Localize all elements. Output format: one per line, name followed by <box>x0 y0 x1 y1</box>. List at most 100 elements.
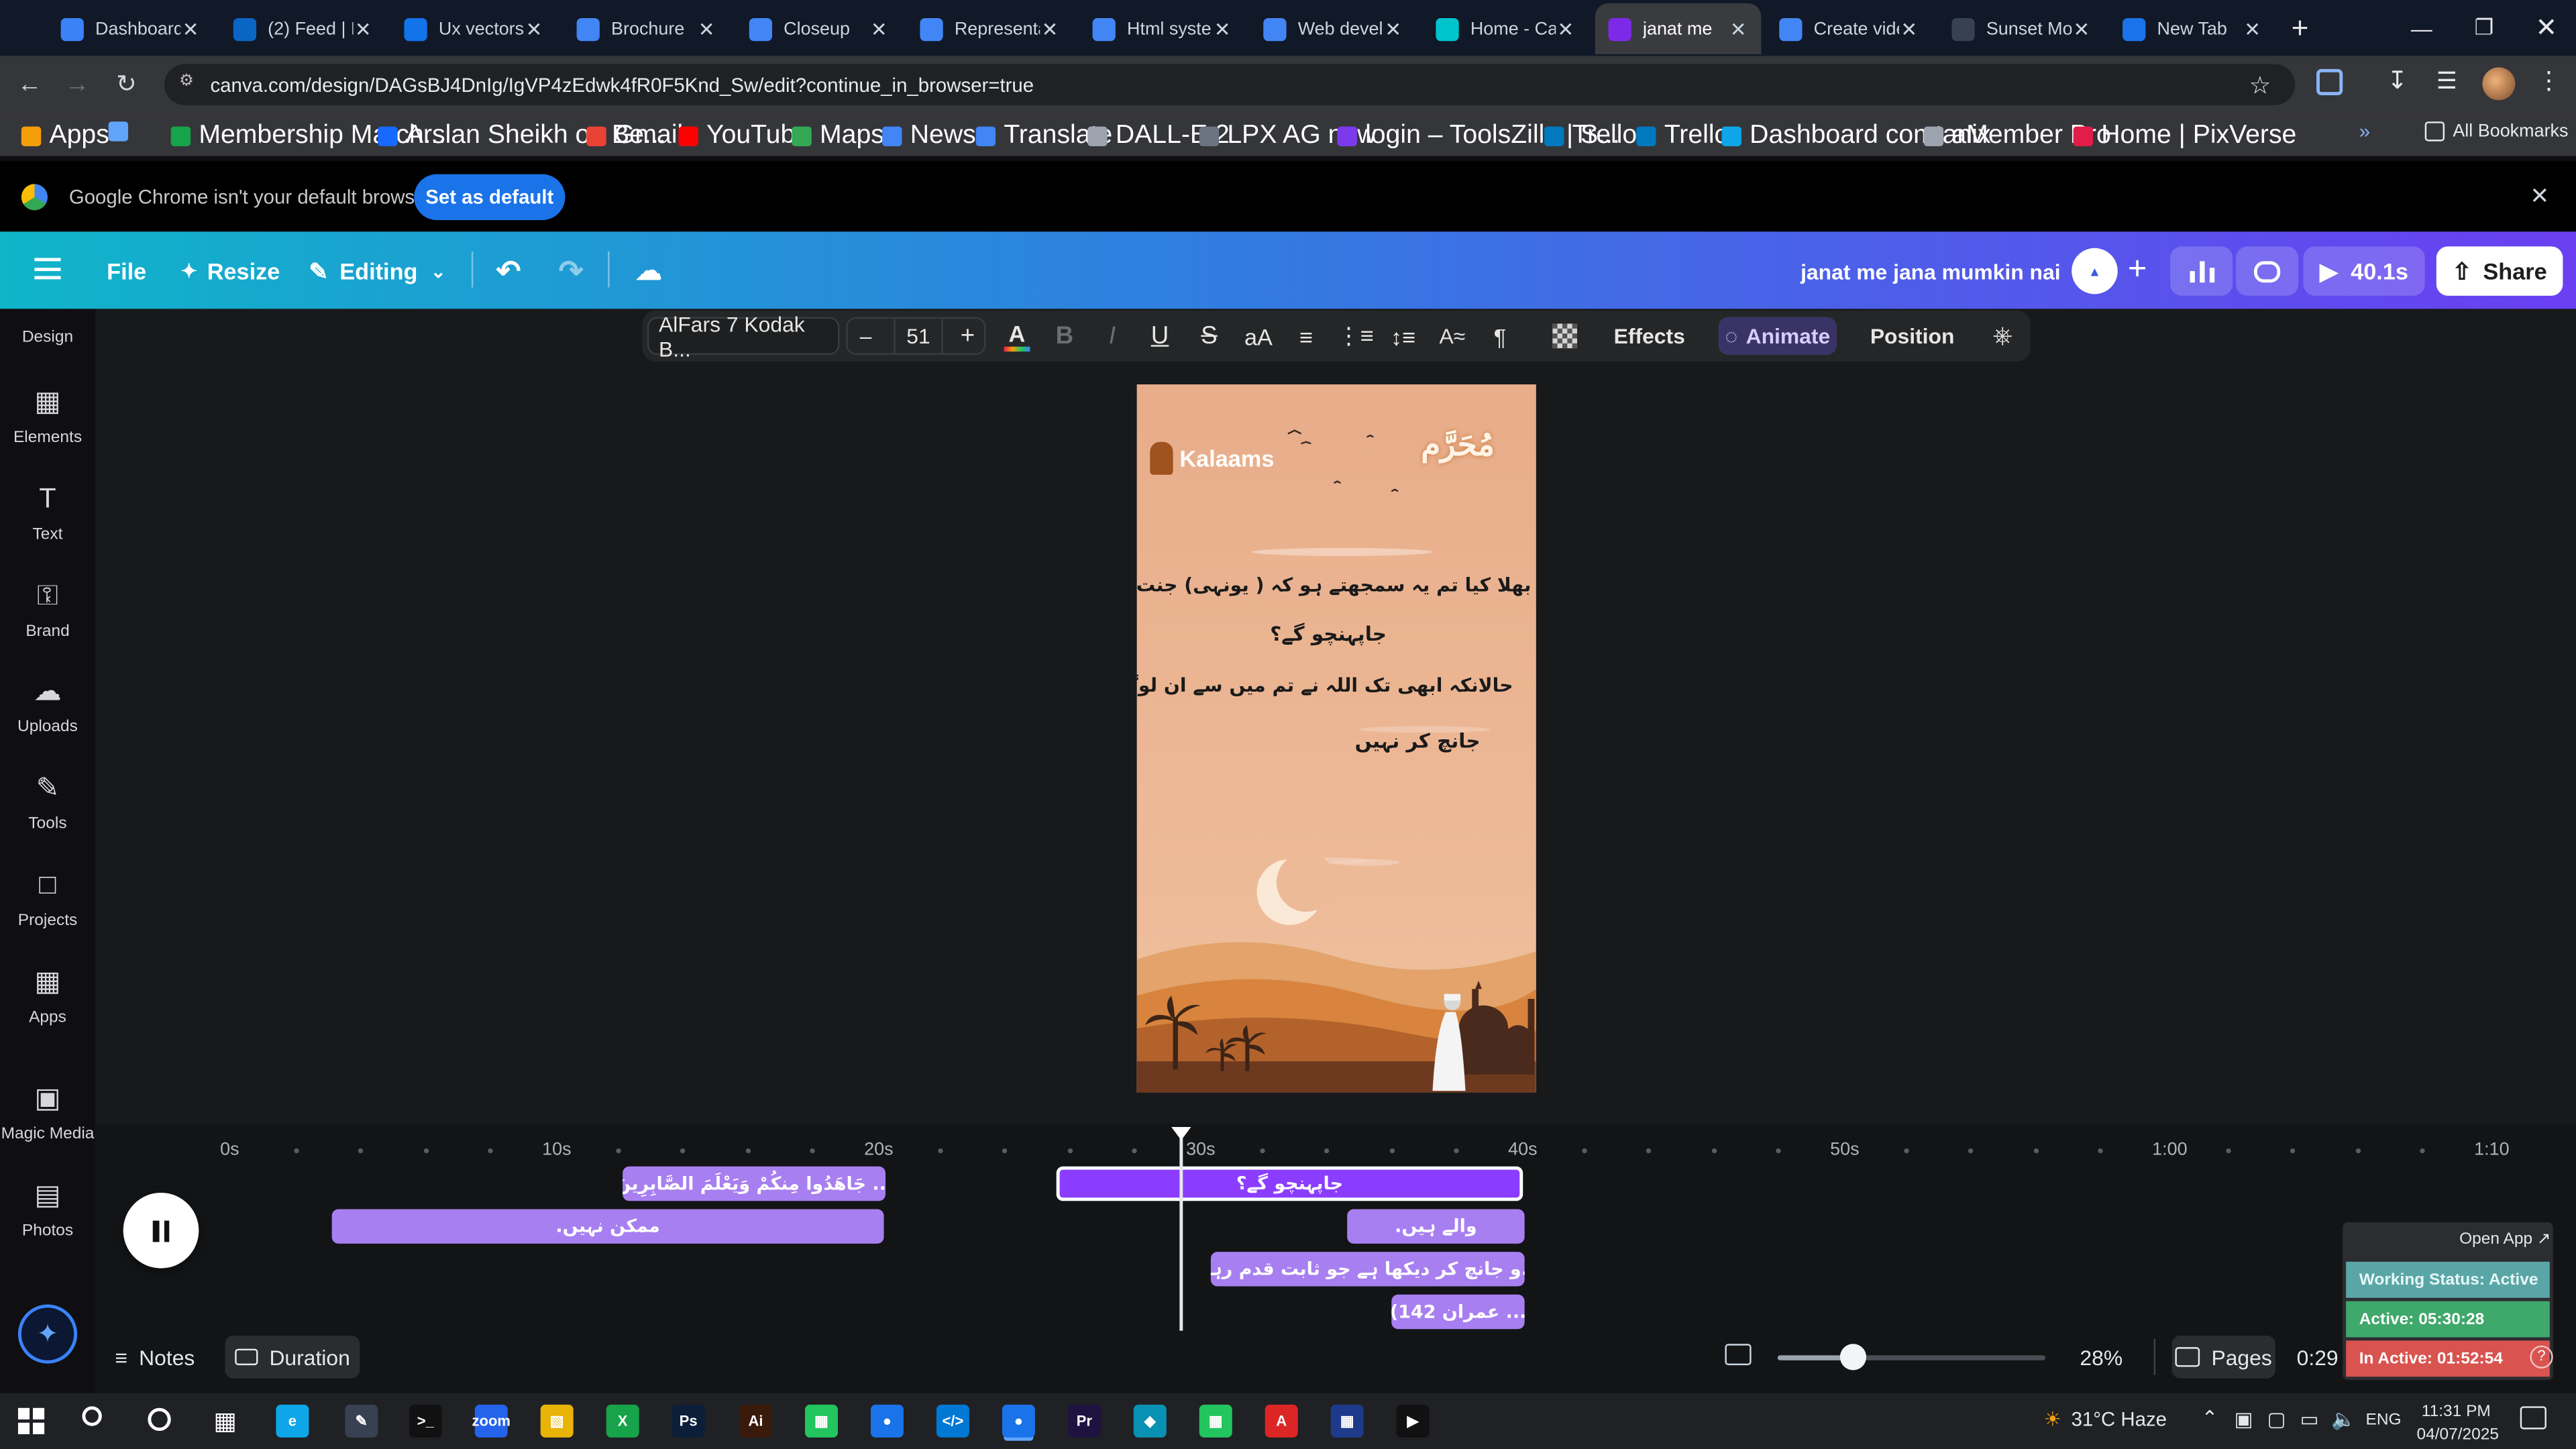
search-icon[interactable] <box>82 1406 102 1426</box>
comments-button[interactable] <box>2236 246 2299 296</box>
cortana-icon[interactable] <box>148 1407 171 1432</box>
terminal-icon[interactable]: >_ <box>409 1404 442 1438</box>
zoom-level[interactable]: 28% <box>2080 1346 2123 1371</box>
app-icon[interactable]: ◆ <box>1133 1404 1167 1438</box>
browser-tab[interactable]: Representation✕ <box>907 3 1073 54</box>
undo-icon[interactable]: ↶ <box>496 254 521 288</box>
increase-font-button[interactable]: + <box>951 311 984 362</box>
tab-close-icon[interactable]: ✕ <box>2243 17 2262 40</box>
font-selector[interactable]: AlFars 7 Kodak B... <box>647 311 840 361</box>
timeline-clip[interactable]: جاپہنچو گے؟ <box>1056 1166 1523 1201</box>
pause-button[interactable] <box>123 1192 199 1269</box>
add-people-button[interactable]: + <box>2119 252 2155 288</box>
extensions-icon[interactable] <box>2316 68 2343 96</box>
profile-avatar[interactable] <box>2482 67 2516 101</box>
clock-date[interactable]: 04/07/2025 <box>2416 1426 2499 1444</box>
bookmark-item[interactable]: Maps <box>792 121 884 151</box>
rail-item-projects[interactable]: □ Projects <box>0 869 95 930</box>
site-info-icon[interactable]: ⚙ <box>179 72 199 95</box>
zoom-slider-thumb[interactable] <box>1839 1344 1867 1371</box>
weather-widget[interactable]: ☀ 31°C Haze <box>2044 1408 2167 1431</box>
notes-button[interactable]: ≡ Notes <box>115 1340 195 1373</box>
verse-line-3[interactable]: حالانکہ ابھی تک اللہ نے تم میں سے ان لوگ <box>1137 674 1513 696</box>
bookmark-item[interactable] <box>108 121 137 142</box>
cloud-saved-icon[interactable]: ☁ <box>636 255 662 288</box>
timeline-clip[interactable]: والے ہیں. <box>1347 1209 1525 1244</box>
verse-line-1[interactable]: بھلا کیا تم یہ سمجھتے ہو کہ ( یونہی) جنت… <box>1137 574 1532 596</box>
rail-item-design[interactable]: Design <box>0 329 95 347</box>
tab-close-icon[interactable]: ✕ <box>869 17 889 40</box>
bold-icon[interactable]: B <box>1048 311 1081 362</box>
tab-close-icon[interactable]: ✕ <box>1040 17 1059 40</box>
help-icon[interactable]: ? <box>2530 1345 2553 1369</box>
volume-icon[interactable]: 🔈 <box>2331 1408 2356 1431</box>
photoshop-icon[interactable]: Ps <box>672 1404 705 1438</box>
browser-tab[interactable]: Ux vectors ✕ <box>391 3 557 54</box>
browser-tab[interactable]: Closeup ✕ <box>736 3 902 54</box>
bookmark-item[interactable]: News <box>882 121 976 151</box>
case-icon[interactable]: aA <box>1240 311 1277 362</box>
restore-button[interactable]: ❐ <box>2453 0 2515 56</box>
bookmark-item[interactable]: Trello <box>1636 121 1729 151</box>
browser-tab[interactable]: Sunset Mosque✕ <box>1939 3 2104 54</box>
browser-tab[interactable]: New Tab ✕ <box>2109 3 2275 54</box>
bookmark-item[interactable]: Home | PixVerse <box>2073 121 2296 151</box>
rail-item-elements[interactable]: ▦ Elements <box>0 386 95 447</box>
tab-close-icon[interactable]: ✕ <box>524 17 543 40</box>
tab-close-icon[interactable]: ✕ <box>696 17 716 40</box>
download-icon[interactable]: ↧ <box>2387 66 2408 95</box>
redo-icon[interactable]: ↷ <box>559 254 584 288</box>
tab-close-icon[interactable]: ✕ <box>2072 17 2091 40</box>
editing-mode-button[interactable]: ✎ Editing ⌄ <box>309 255 445 288</box>
file-menu[interactable]: File <box>107 255 146 288</box>
display-icon[interactable]: ▢ <box>2267 1408 2286 1431</box>
close-infobar-icon[interactable]: ✕ <box>2530 182 2549 211</box>
decrease-font-button[interactable]: – <box>849 311 882 362</box>
bookmark-item[interactable]: YouTube <box>678 121 810 151</box>
verse-line-2[interactable]: جاپہنچو گے؟ <box>1270 623 1387 645</box>
acrobat-icon[interactable]: A <box>1265 1404 1298 1438</box>
open-app-link[interactable]: Open App ↗ <box>2459 1230 2551 1248</box>
back-button[interactable]: ← <box>11 67 48 100</box>
browser-tab[interactable]: Create video✕ <box>1766 3 1932 54</box>
all-bookmarks[interactable]: All Bookmarks <box>2424 121 2568 142</box>
underline-icon[interactable]: U <box>1143 311 1176 362</box>
media-icon[interactable]: ☰ <box>2436 67 2457 95</box>
monitor-icon[interactable]: ▭ <box>2300 1408 2319 1431</box>
address-bar[interactable]: ⚙ canva.com/design/DAGsBJ4DnIg/IgVP4zEdw… <box>164 64 2296 105</box>
playhead[interactable] <box>1179 1130 1183 1331</box>
timeline-clip[interactable]: ...و جانچ کر دیکھا ہے جو ثابت قدم رہنے <box>1210 1252 1525 1287</box>
rail-item-tools[interactable]: ✎ Tools <box>0 772 95 833</box>
tab-close-icon[interactable]: ✕ <box>1899 17 1919 40</box>
paragraph-icon[interactable]: ¶ <box>1483 311 1516 362</box>
tab-close-icon[interactable]: ✕ <box>1383 17 1403 40</box>
tab-close-icon[interactable]: ✕ <box>1212 17 1232 40</box>
minimize-button[interactable]: — <box>2390 0 2453 56</box>
network-icon[interactable]: ▣ <box>2235 1408 2253 1431</box>
sheets-icon[interactable]: ▦ <box>1199 1404 1232 1438</box>
tab-close-icon[interactable]: ✕ <box>1556 17 1575 40</box>
italic-icon[interactable]: I <box>1095 311 1128 362</box>
timeline-clip[interactable]: ممکن نہیں. <box>331 1209 884 1244</box>
browser-tab[interactable]: janat me ✕ <box>1595 3 1762 54</box>
zoom-icon[interactable]: zoom <box>472 1404 511 1438</box>
task-view-icon[interactable]: ▦ <box>213 1406 237 1436</box>
strikethrough-icon[interactable]: S <box>1193 311 1226 362</box>
rail-item-text[interactable]: T Text <box>0 483 95 544</box>
insights-button[interactable] <box>2170 246 2233 296</box>
tab-close-icon[interactable]: ✕ <box>1728 17 1748 40</box>
explorer-icon[interactable]: ▧ <box>540 1404 574 1438</box>
browser-tab[interactable]: Dashboard ✕ <box>48 3 213 54</box>
calculator-icon[interactable]: ▦ <box>1330 1404 1364 1438</box>
text-style-icon[interactable]: A≈ <box>1436 311 1468 362</box>
pages-button[interactable]: Pages <box>2171 1336 2275 1379</box>
browser-tab[interactable]: Brochure ✕ <box>564 3 729 54</box>
forward-button[interactable]: → <box>59 67 95 100</box>
illustrator-icon[interactable]: Ai <box>739 1404 773 1438</box>
timeline-clip[interactable]: ... عمران 142) <box>1391 1294 1525 1330</box>
duration-button[interactable]: Duration <box>225 1336 360 1379</box>
bookmark-item[interactable]: Gmail <box>586 121 683 151</box>
design-title[interactable]: janat me jana mumkin nai <box>1801 255 2060 288</box>
sheets-icon[interactable]: ▦ <box>805 1404 838 1438</box>
present-button[interactable]: ▶ 40.1s <box>2303 246 2425 296</box>
